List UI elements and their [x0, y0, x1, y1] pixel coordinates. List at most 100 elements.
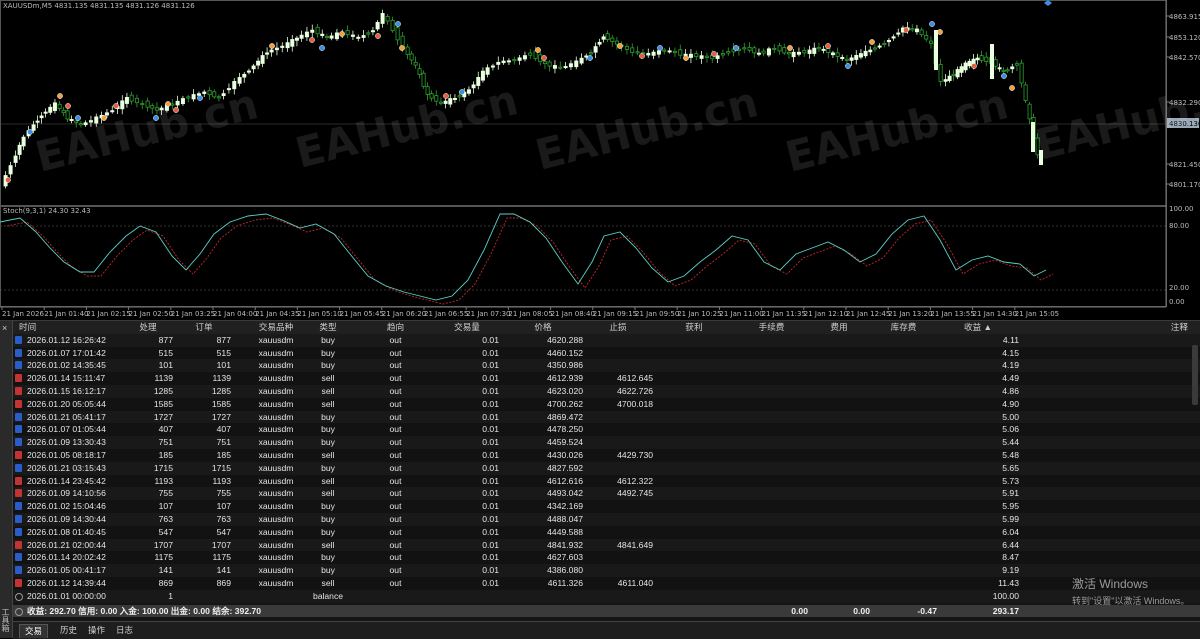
table-row[interactable]: 2026.01.09 14:30:44 763 763 xauusdm buy out 0.… [13, 513, 1200, 526]
candle-body [605, 33, 610, 40]
column-header-vol[interactable]: 交易量 [435, 321, 499, 334]
time-label: 21 Jan 09:15 [593, 310, 637, 318]
table-row[interactable]: 2026.01.07 17:01:42 515 515 xauusdm buy out 0.… [13, 346, 1200, 360]
table-row[interactable]: 2026.01.21 05:41:17 1727 1727 xauusdm buy out… [13, 410, 1200, 424]
cell-time: 2026.01.07 01:05:44 [27, 424, 106, 435]
column-header-comm[interactable]: 手续费 [735, 321, 808, 334]
candle-body [242, 73, 247, 78]
cell-comm [735, 423, 808, 436]
cell-price: 4493.042 [547, 488, 583, 499]
table-row[interactable]: 2026.01.09 14:10:56 755 755 xauusdm sell out 0… [13, 487, 1200, 501]
column-header-price[interactable]: 价格 [503, 321, 583, 334]
column-header-order[interactable]: 订单 [177, 321, 231, 334]
cell-vol: 0.01 [482, 373, 499, 384]
table-row[interactable]: 2026.01.12 14:39:44 869 869 xauusdm sell out 0… [13, 577, 1200, 590]
column-header-type[interactable]: 类型 [303, 321, 353, 334]
column-header-time[interactable]: 时间 [19, 321, 119, 334]
cell-sl: 4700.018 [617, 398, 653, 409]
table-row[interactable]: 2026.01.15 16:12:17 1285 1285 xauusdm sell ou… [13, 385, 1200, 398]
cell-price: 4841.932 [547, 539, 583, 550]
column-header-symbol[interactable]: 交易品种 [239, 321, 313, 334]
candle-body [1014, 63, 1019, 66]
trade-marker [269, 43, 275, 49]
cell-deal: 1139 [154, 373, 173, 384]
column-header-profit[interactable]: 收益 ▲ [937, 321, 1019, 334]
cell-price: 4478.250 [547, 424, 583, 435]
table-row[interactable]: 2026.01.20 05:05:44 1585 1585 xauusdm sell ou… [13, 397, 1200, 411]
tab-operations[interactable]: 操作 [83, 624, 110, 637]
cell-tp [653, 551, 735, 564]
column-header-swap[interactable]: 库存费 [870, 321, 937, 334]
cell-fee [808, 539, 870, 552]
table-row[interactable]: 2026.01.07 01:05:44 407 407 xauusdm buy out 0.… [13, 423, 1200, 437]
cell-symbol: xauusdm [258, 373, 294, 384]
cell-price: 4627.603 [547, 552, 583, 563]
candle-body [512, 59, 517, 62]
candle-body [678, 49, 683, 56]
cell-deal: 1585 [153, 398, 173, 409]
cell-tp [653, 423, 735, 436]
tab-history[interactable]: 历史 [55, 624, 82, 637]
cell-comment [1023, 526, 1188, 539]
cell-type: buy [321, 347, 335, 358]
cell-profit: 4.19 [1002, 360, 1019, 371]
cell-type: buy [321, 462, 335, 473]
candle-body [395, 27, 400, 41]
table-row[interactable]: 2026.01.14 23:45:42 1193 1193 xauusdm sell ou… [13, 474, 1200, 488]
table-row[interactable]: 2026.01.05 00:41:17 141 141 xauusdm buy out 0.… [13, 564, 1200, 577]
table-row[interactable]: 2026.01.09 13:30:43 751 751 xauusdm buy out 0.… [13, 436, 1200, 449]
table-row[interactable]: 2026.01.01 00:00:00 1 balance 100.00 [13, 589, 1200, 603]
column-header-sl[interactable]: 止损 [583, 321, 653, 334]
trade-marker [711, 51, 717, 57]
candle-body [501, 60, 506, 64]
table-row[interactable]: 2026.01.12 16:26:42 877 877 xauusdm buy out 0.… [13, 333, 1200, 347]
table-row[interactable]: 2026.01.05 08:18:17 185 185 xauusdm sell out 0… [13, 449, 1200, 462]
table-row[interactable]: 2026.01.08 01:40:45 547 547 xauusdm buy out 0.… [13, 525, 1200, 539]
sell-deal-icon [15, 399, 22, 408]
cell-comment [1023, 411, 1188, 424]
table-row[interactable]: 2026.01.21 02:00:44 1707 1707 xauusdm sell ou… [13, 538, 1200, 552]
cell-time: 2026.01.01 00:00:00 [27, 590, 106, 601]
candle-body [844, 58, 849, 61]
price-chart[interactable]: XAUUSDm,M5 4831.135 4831.135 4831.126 48… [0, 0, 1200, 320]
cell-symbol: xauusdm [258, 552, 294, 563]
cell-deal: 751 [158, 437, 173, 448]
table-row[interactable]: 2026.01.02 14:35:45 101 101 xauusdm buy out 0.… [13, 359, 1200, 373]
scrollbar[interactable] [1192, 345, 1198, 405]
cell-swap [870, 500, 937, 513]
cell-dir: out [389, 462, 402, 473]
candle-body [997, 67, 1002, 70]
cell-time: 2026.01.08 01:40:45 [27, 526, 106, 537]
candle-body [61, 109, 66, 114]
column-header-deal[interactable]: 处理 [123, 321, 173, 334]
close-icon[interactable]: × [2, 323, 7, 333]
tab-journal[interactable]: 日志 [111, 624, 138, 637]
cell-profit: 5.06 [1002, 424, 1019, 435]
candle-body [610, 37, 615, 42]
table-row[interactable]: 2026.01.14 15:11:47 1139 1139 xauusdm sell ou… [13, 372, 1200, 385]
activation-subtitle: 转到"设置"以激活 Windows。 [1072, 596, 1190, 606]
table-row[interactable]: 2026.01.21 03:15:43 1715 1715 xauusdm buy out… [13, 461, 1200, 475]
tab-trade[interactable]: 交易 [19, 624, 49, 638]
cell-time: 2026.01.09 13:30:43 [27, 437, 106, 448]
toolbox-label: 工具箱 [1, 608, 10, 632]
cell-time: 2026.01.21 05:41:17 [27, 411, 106, 422]
candle-body [597, 41, 602, 45]
cell-dir: out [389, 411, 402, 422]
chart-header: XAUUSDm,M5 4831.135 4831.135 4831.126 48… [3, 2, 195, 10]
table-row[interactable]: 2026.01.14 20:02:42 1175 1175 xauusdm buy out… [13, 551, 1200, 565]
column-header-comment[interactable]: 注释 [1023, 321, 1188, 334]
cell-sl: 4429.730 [617, 450, 653, 460]
chart-canvas[interactable]: XAUUSDm,M5 4831.135 4831.135 4831.126 48… [0, 0, 1200, 320]
column-header-dir[interactable]: 趋向 [363, 321, 428, 334]
cell-sl [583, 564, 653, 577]
table-row[interactable]: 2026.01.02 15:04:46 107 107 xauusdm buy out 0.… [13, 500, 1200, 513]
cell-symbol: xauusdm [258, 539, 294, 550]
cell-type: buy [321, 501, 335, 512]
sell-deal-icon [15, 489, 22, 498]
column-header-fee[interactable]: 费用 [808, 321, 870, 334]
cell-order: 1285 [211, 386, 231, 396]
column-header-tp[interactable]: 获利 [653, 321, 735, 334]
cell-order: 1715 [211, 462, 231, 473]
candle-body [421, 72, 426, 87]
